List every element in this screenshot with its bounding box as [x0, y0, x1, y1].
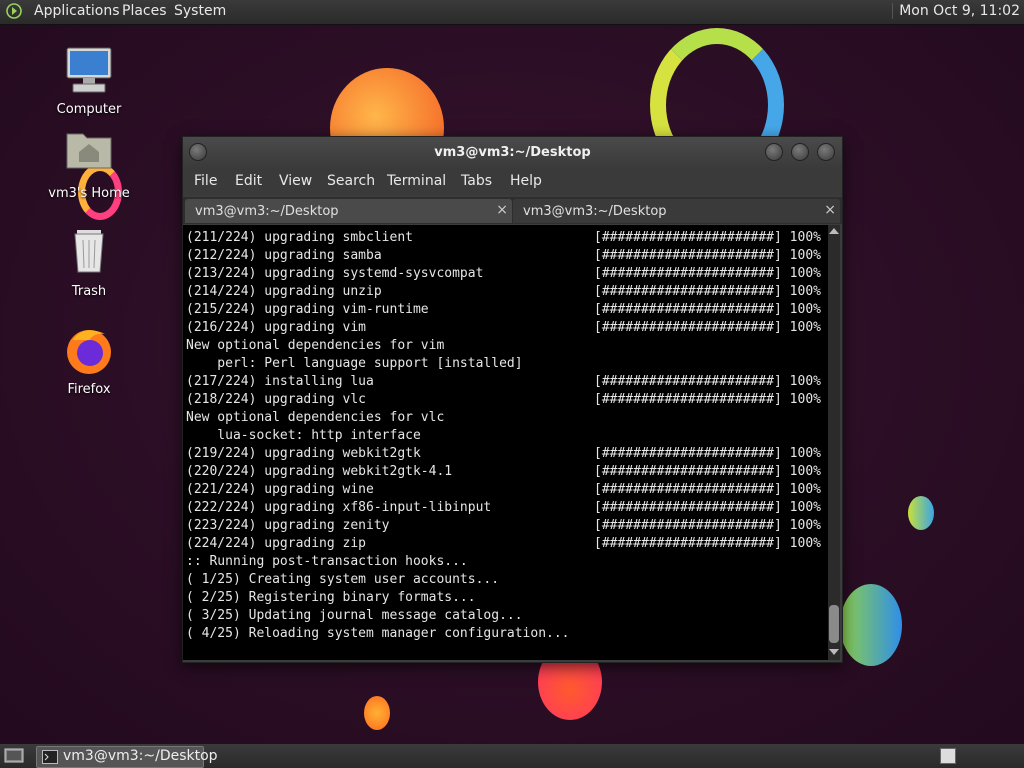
desktop-icon-computer[interactable]: Computer [44, 44, 134, 117]
terminal-progress: [######################] 100% [594, 266, 821, 281]
scroll-up-icon[interactable] [829, 228, 839, 234]
terminal-progress: [######################] 100% [594, 536, 821, 551]
terminal-progress: [######################] 100% [594, 392, 821, 407]
terminal-line: ( 2/25) Registering binary formats... [186, 590, 476, 605]
terminal-line: New optional dependencies for vlc [186, 410, 445, 425]
terminal-progress: [######################] 100% [594, 374, 821, 389]
terminal-line: (215/224) upgrading vim-runtime [186, 302, 429, 317]
top-panel: Applications Places System Mon Oct 9, 11… [0, 0, 1024, 24]
menu-tabs[interactable]: Tabs [461, 173, 492, 189]
tab-bar: vm3@vm3:~/Desktop × vm3@vm3:~/Desktop × [183, 197, 842, 224]
terminal-line: :: Running post-transaction hooks... [186, 554, 468, 569]
terminal-progress: [######################] 100% [594, 302, 821, 317]
menu-view[interactable]: View [279, 173, 312, 189]
terminal-line: (221/224) upgrading wine [186, 482, 374, 497]
wallpaper-small-orange-blob [364, 696, 390, 730]
terminal-progress: [######################] 100% [594, 464, 821, 479]
minimize-button[interactable] [765, 143, 783, 161]
firefox-icon [61, 324, 117, 380]
scrollbar-thumb[interactable] [829, 605, 839, 643]
terminal-progress: [######################] 100% [594, 230, 821, 245]
window-title: vm3@vm3:~/Desktop [434, 145, 591, 160]
terminal-line: (217/224) installing lua [186, 374, 374, 389]
terminal-line: ( 4/25) Reloading system manager configu… [186, 626, 570, 641]
home-folder-icon [61, 128, 117, 184]
desktop-icon-label: Trash [71, 284, 107, 299]
terminal-line: (212/224) upgrading samba [186, 248, 382, 263]
desktop-icon-firefox[interactable]: Firefox [44, 324, 134, 397]
tab-terminal-1[interactable]: vm3@vm3:~/Desktop × [185, 199, 512, 223]
terminal-line: (218/224) upgrading vlc [186, 392, 367, 407]
applications-menu[interactable]: Applications [34, 3, 120, 19]
computer-icon [61, 44, 117, 100]
tab-label: vm3@vm3:~/Desktop [195, 204, 339, 219]
distro-logo-icon[interactable] [6, 3, 22, 19]
tab-close-icon[interactable]: × [824, 202, 836, 218]
scroll-down-icon[interactable] [829, 649, 839, 655]
window-titlebar[interactable]: vm3@vm3:~/Desktop [183, 137, 842, 169]
terminal-line: (222/224) upgrading xf86-input-libinput [186, 500, 492, 515]
menu-help[interactable]: Help [510, 173, 542, 189]
terminal-line: (211/224) upgrading smbclient [186, 230, 413, 245]
show-desktop-icon[interactable] [4, 747, 24, 765]
terminal-progress: [######################] 100% [594, 446, 821, 461]
terminal-line: (220/224) upgrading webkit2gtk-4.1 [186, 464, 453, 479]
workspace-switcher[interactable] [940, 748, 956, 764]
terminal-line: (213/224) upgrading systemd-sysvcompat [186, 266, 484, 281]
terminal-line: (216/224) upgrading vim [186, 320, 367, 335]
desktop-icon-home[interactable]: vm3's Home [44, 128, 134, 201]
terminal-icon [42, 750, 58, 764]
system-menu[interactable]: System [174, 3, 226, 19]
terminal-line: New optional dependencies for vim [186, 338, 445, 353]
terminal-line: (214/224) upgrading unzip [186, 284, 382, 299]
bottom-panel: vm3@vm3:~/Desktop [0, 744, 1024, 768]
terminal-scrollbar[interactable] [828, 225, 840, 660]
menu-file[interactable]: File [194, 173, 217, 189]
terminal-line: (223/224) upgrading zenity [186, 518, 390, 533]
taskbar-item-label: vm3@vm3:~/Desktop [63, 748, 218, 764]
desktop-icon-label: vm3's Home [48, 186, 130, 201]
tab-close-icon[interactable]: × [496, 202, 508, 218]
close-button[interactable] [817, 143, 835, 161]
terminal-line: lua-socket: http interface [186, 428, 421, 443]
terminal-progress: [######################] 100% [594, 248, 821, 263]
terminal-progress: [######################] 100% [594, 518, 821, 533]
terminal-progress: [######################] 100% [594, 482, 821, 497]
desktop-icon-label: Firefox [67, 382, 111, 397]
tab-terminal-2[interactable]: vm3@vm3:~/Desktop × [513, 199, 840, 223]
taskbar-item-terminal[interactable]: vm3@vm3:~/Desktop [36, 746, 218, 768]
maximize-button[interactable] [791, 143, 809, 161]
tab-label: vm3@vm3:~/Desktop [523, 204, 667, 219]
clock[interactable]: Mon Oct 9, 11:02 [892, 3, 1020, 19]
wallpaper-cyan-blob [908, 496, 934, 530]
menu-terminal[interactable]: Terminal [387, 173, 446, 189]
menu-edit[interactable]: Edit [235, 173, 262, 189]
menu-search[interactable]: Search [327, 173, 375, 189]
terminal-progress: [######################] 100% [594, 320, 821, 335]
terminal-window[interactable]: vm3@vm3:~/Desktop File Edit View Search … [182, 136, 843, 663]
desktop-icon-label: Computer [56, 102, 122, 117]
menu-bar: File Edit View Search Terminal Tabs Help [183, 169, 842, 195]
terminal-line: ( 1/25) Creating system user accounts... [186, 572, 500, 587]
terminal-line: (219/224) upgrading webkit2gtk [186, 446, 421, 461]
places-menu[interactable]: Places [122, 3, 167, 19]
wallpaper-green-blue-blob [840, 584, 902, 666]
desktop-icon-trash[interactable]: Trash [44, 226, 134, 299]
terminal-progress: [######################] 100% [594, 284, 821, 299]
trash-icon [61, 226, 117, 282]
terminal-line: perl: Perl language support [installed] [186, 356, 523, 371]
terminal-line: (224/224) upgrading zip [186, 536, 367, 551]
terminal-line: ( 3/25) Updating journal message catalog… [186, 608, 523, 623]
terminal-output[interactable]: (211/224) upgrading smbclient [##########… [183, 225, 828, 660]
terminal-progress: [######################] 100% [594, 500, 821, 515]
